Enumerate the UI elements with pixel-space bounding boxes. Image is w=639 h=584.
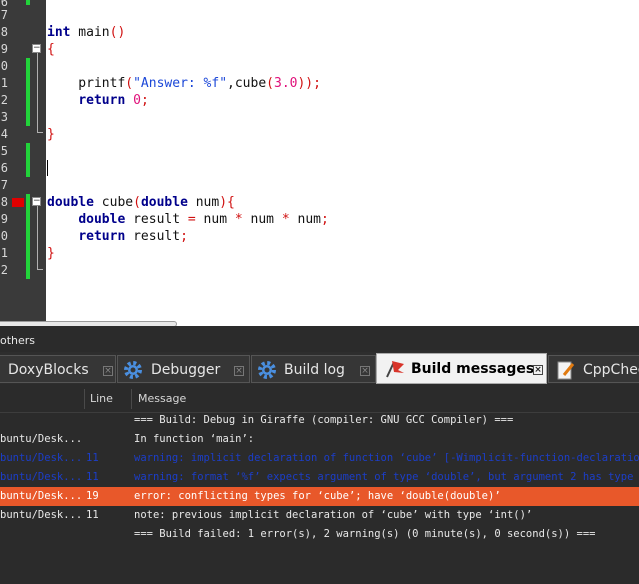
message-text: note: previous implicit declaration of ‘…	[134, 509, 533, 521]
code-line: printf("Answer: %f",cube(3.0));	[47, 76, 321, 91]
line-number: 2	[0, 93, 8, 107]
line-number: 1	[0, 76, 8, 90]
line-number: 8	[0, 25, 8, 39]
message-line: 11	[86, 509, 99, 521]
column-header-line[interactable]: Line	[90, 386, 113, 412]
build-messages-list[interactable]: Line Message === Build: Debug in Giraffe…	[0, 386, 639, 584]
line-number: 2	[0, 263, 8, 277]
logs-tab-bar: DoxyBlocks × Debugger × Build log × Buil…	[0, 352, 639, 384]
message-row-warning[interactable]: buntu/Desk... 11 warning: format ‘%f’ ex…	[0, 468, 639, 487]
fold-guide-end	[37, 132, 43, 133]
tab-doxyblocks[interactable]: DoxyBlocks ×	[0, 355, 116, 383]
message-text: warning: format ‘%f’ expects argument of…	[134, 471, 639, 483]
message-text: error: conflicting types for ‘cube’; hav…	[134, 490, 501, 502]
code-line: {	[47, 42, 55, 57]
message-text: In function ‘main’:	[134, 433, 255, 445]
close-icon[interactable]: ×	[360, 366, 370, 376]
tab-debugger[interactable]: Debugger ×	[117, 355, 250, 383]
message-row-warning[interactable]: buntu/Desk... 11 warning: implicit decla…	[0, 449, 639, 468]
line-number: 3	[0, 110, 8, 124]
close-icon[interactable]: ×	[234, 366, 244, 376]
line-number: 7	[0, 178, 8, 192]
fold-guide-end	[37, 269, 43, 270]
line-number: 6	[0, 161, 8, 175]
line-number: 1	[0, 246, 8, 260]
message-file: buntu/Desk...	[0, 471, 83, 483]
text-caret	[47, 160, 48, 176]
line-number: 5	[0, 144, 8, 158]
breakpoint-marker[interactable]	[12, 198, 24, 207]
line-number: 8	[0, 195, 8, 209]
document-edit-icon	[557, 361, 575, 380]
changed-line-marker	[26, 143, 30, 177]
fold-toggle-icon[interactable]: −	[32, 44, 41, 53]
message-row-error[interactable]: buntu/Desk... 19 error: conflicting type…	[0, 487, 639, 506]
code-line: double cube(double num){	[47, 195, 235, 210]
code-editor[interactable]: 6 7 8 9 0 1 2 3 4 5 6 7 8 9 0 1 2 − − in…	[0, 0, 639, 326]
code-line: return 0;	[78, 93, 149, 108]
column-divider	[84, 389, 85, 409]
line-number: 7	[0, 8, 8, 22]
changed-line-marker	[26, 58, 30, 126]
horizontal-scrollbar[interactable]	[0, 321, 177, 326]
close-icon[interactable]: ×	[103, 366, 113, 376]
column-header-message[interactable]: Message	[138, 386, 186, 412]
changed-line-marker	[26, 194, 30, 279]
message-text: === Build failed: 1 error(s), 2 warning(…	[134, 528, 596, 540]
tab-build-log[interactable]: Build log ×	[251, 355, 376, 383]
fold-guide	[37, 206, 38, 269]
message-line: 19	[86, 490, 99, 502]
message-row[interactable]: === Build failed: 1 error(s), 2 warning(…	[0, 525, 639, 544]
message-row[interactable]: buntu/Desk... 11 note: previous implicit…	[0, 506, 639, 525]
message-file: buntu/Desk...	[0, 452, 83, 464]
code-line: double result = num * num * num;	[78, 212, 329, 227]
message-text: warning: implicit declaration of functio…	[134, 452, 639, 464]
fold-toggle-icon[interactable]: −	[32, 197, 41, 206]
list-header: Line Message	[0, 386, 639, 413]
tab-build-messages[interactable]: Build messages ×	[376, 353, 547, 384]
gear-icon	[258, 361, 276, 379]
code-line: int main()	[47, 25, 126, 40]
message-text: === Build: Debug in Giraffe (compiler: G…	[134, 414, 514, 426]
code-line: }	[47, 127, 55, 142]
line-number: 9	[0, 42, 8, 56]
line-number: 0	[0, 59, 8, 73]
changed-line-marker	[26, 0, 30, 5]
logs-pane-title: others	[0, 333, 639, 349]
gear-icon	[124, 361, 142, 379]
fold-guide	[37, 53, 38, 132]
line-number: 4	[0, 127, 8, 141]
message-line: 11	[86, 452, 99, 464]
column-divider	[131, 389, 132, 409]
message-row[interactable]: buntu/Desk... In function ‘main’:	[0, 430, 639, 449]
message-file: buntu/Desk...	[0, 490, 83, 502]
message-file: buntu/Desk...	[0, 433, 83, 445]
code-line: return result;	[78, 229, 188, 244]
message-line: 11	[86, 471, 99, 483]
line-number: 9	[0, 212, 8, 226]
code-line: }	[47, 246, 55, 261]
build-flag-icon	[386, 361, 404, 378]
message-row[interactable]: === Build: Debug in Giraffe (compiler: G…	[0, 411, 639, 430]
message-file: buntu/Desk...	[0, 509, 83, 521]
line-number: 0	[0, 229, 8, 243]
close-icon[interactable]: ×	[533, 365, 543, 375]
tab-cppcheck[interactable]: CppCheck	[548, 355, 639, 383]
